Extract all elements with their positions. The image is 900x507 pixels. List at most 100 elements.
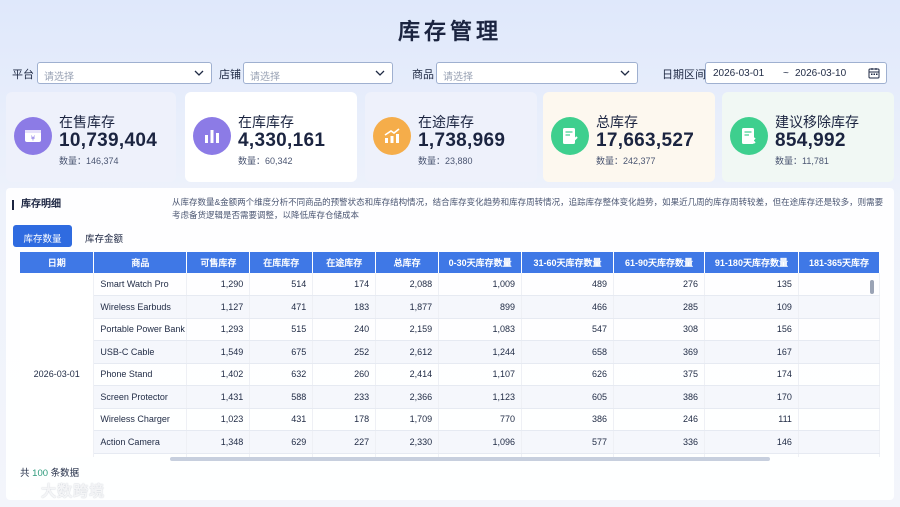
value-cell: 2,612 bbox=[375, 340, 440, 364]
column-header[interactable]: 可售库存 bbox=[186, 252, 251, 273]
empty-cell bbox=[798, 318, 880, 341]
column-header[interactable]: 91-180天库存数量 bbox=[704, 252, 799, 273]
tab-amount[interactable]: 库存金额 bbox=[75, 225, 133, 247]
product-cell: Action Camera bbox=[93, 430, 188, 454]
watermark: 大数跨境 bbox=[10, 480, 105, 501]
product-cell: Portable Power Bank bbox=[93, 318, 188, 341]
value-cell: 1,431 bbox=[186, 385, 251, 409]
column-header[interactable]: 31-60天库存数量 bbox=[521, 252, 615, 273]
store-select[interactable]: 请选择 bbox=[243, 62, 393, 84]
vertical-scrollbar[interactable] bbox=[870, 280, 874, 294]
table-row[interactable]: USB-C Cable 1,549 675 252 2,612 1,244 658 369 16… bbox=[20, 340, 880, 364]
kpi-title: 建议移除库存 bbox=[775, 114, 859, 130]
kpi-value: 4,330,161 bbox=[238, 130, 326, 151]
value-cell: 1,127 bbox=[186, 295, 251, 319]
value-cell: 1,107 bbox=[438, 363, 523, 386]
empty-cell bbox=[798, 385, 880, 409]
table-row[interactable]: Portable Power Bank 1,293 515 240 2,159 1,083… bbox=[20, 318, 880, 341]
table-row[interactable]: Phone Stand 1,402 632 260 2,414 1,107 626 375 17… bbox=[20, 363, 880, 386]
value-cell: 375 bbox=[613, 363, 705, 386]
wallet-icon: ¥ bbox=[14, 117, 52, 155]
chevron-down-icon bbox=[194, 70, 204, 76]
value-cell: 588 bbox=[249, 385, 314, 409]
value-cell: 770 bbox=[438, 408, 523, 431]
document-check-icon bbox=[551, 117, 589, 155]
filter-bar: 平台 请选择 店铺 请选择 商品 请选择 日期区间 2026-03-01 ~ 2… bbox=[12, 62, 890, 84]
value-cell: 227 bbox=[312, 430, 377, 454]
kpi-card-total: 总库存 17,663,527 数量：242,377 bbox=[543, 92, 715, 182]
platform-label: 平台 bbox=[12, 69, 34, 81]
table-row[interactable]: Wireless Charger 1,023 431 178 1,709 770 386 24… bbox=[20, 408, 880, 431]
value-cell: 174 bbox=[704, 363, 799, 386]
value-cell: 111 bbox=[704, 408, 799, 431]
kpi-value: 17,663,527 bbox=[596, 130, 695, 151]
empty-cell bbox=[798, 430, 880, 454]
value-cell: 170 bbox=[704, 385, 799, 409]
horizontal-scrollbar[interactable] bbox=[170, 457, 770, 461]
watermark-text: 大数跨境 bbox=[41, 483, 106, 500]
value-cell: 183 bbox=[312, 295, 377, 319]
value-cell: 1,009 bbox=[438, 273, 523, 296]
platform-placeholder: 请选择 bbox=[44, 72, 74, 83]
product-select[interactable]: 请选择 bbox=[436, 62, 638, 84]
table-row[interactable]: 2026-03-01 Smart Watch Pro 1,290 514 174 2,08… bbox=[20, 273, 880, 457]
inventory-table: 日期 商品 可售库存 在库库存 在途库存 总库存 0-30天库存数量 31-60天库存数量 61… bbox=[20, 252, 880, 457]
value-cell: 629 bbox=[249, 430, 314, 454]
tab-quantity[interactable]: 库存数量 bbox=[13, 225, 72, 247]
kpi-title: 总库存 bbox=[596, 114, 638, 130]
value-cell: 658 bbox=[521, 340, 615, 364]
value-cell: 471 bbox=[249, 295, 314, 319]
value-cell: 514 bbox=[249, 273, 314, 296]
kpi-subvalue: 数量：11,781 bbox=[775, 156, 829, 166]
store-placeholder: 请选择 bbox=[250, 72, 280, 83]
product-label: 商品 bbox=[412, 69, 434, 81]
kpi-subvalue: 数量：60,342 bbox=[238, 156, 293, 166]
value-cell: 167 bbox=[704, 340, 799, 364]
value-cell: 2,159 bbox=[375, 318, 440, 341]
column-header[interactable]: 61-90天库存数量 bbox=[613, 252, 705, 273]
table-header-row: 日期 商品 可售库存 在库库存 在途库存 总库存 0-30天库存数量 31-60天库存数量 61… bbox=[20, 252, 880, 273]
platform-select[interactable]: 请选择 bbox=[37, 62, 212, 84]
value-cell: 174 bbox=[312, 273, 377, 296]
product-cell: Wireless Earbuds bbox=[93, 295, 188, 319]
empty-cell bbox=[798, 340, 880, 364]
column-header[interactable]: 在途库存 bbox=[312, 252, 377, 273]
value-cell: 156 bbox=[704, 318, 799, 341]
value-cell: 233 bbox=[312, 385, 377, 409]
value-cell: 2,414 bbox=[375, 363, 440, 386]
table-row[interactable]: Wireless Earbuds 1,127 471 183 1,877 899 466 28… bbox=[20, 295, 880, 319]
date-range-label: 日期区间 bbox=[662, 69, 706, 81]
column-header[interactable]: 日期 bbox=[20, 252, 95, 273]
chevron-down-icon bbox=[620, 70, 630, 76]
column-header[interactable]: 0-30天库存数量 bbox=[438, 252, 523, 273]
value-cell: 178 bbox=[312, 408, 377, 431]
value-cell: 336 bbox=[613, 430, 705, 454]
kpi-card-in-transit: 在途库存 1,738,969 数量：23,880 bbox=[365, 92, 537, 182]
panel-title: 库存明细 bbox=[12, 200, 61, 210]
column-header[interactable]: 181-365天库存 bbox=[798, 252, 880, 273]
calendar-icon bbox=[868, 68, 880, 79]
table-row[interactable]: Screen Protector 1,431 588 233 2,366 1,123 605… bbox=[20, 385, 880, 409]
value-cell: 386 bbox=[521, 408, 615, 431]
date-cell: 2026-03-01 bbox=[20, 273, 95, 457]
bar-chart-icon bbox=[193, 117, 231, 155]
product-cell: Screen Protector bbox=[93, 385, 188, 409]
value-cell: 260 bbox=[312, 363, 377, 386]
value-cell: 626 bbox=[521, 363, 615, 386]
value-cell: 632 bbox=[249, 363, 314, 386]
chevron-down-icon bbox=[375, 70, 385, 76]
inventory-detail-panel: 库存明细 从库存数量&金额两个维度分析不同商品的预警状态和库存结构情况，结合库存… bbox=[6, 188, 894, 500]
value-cell: 252 bbox=[312, 340, 377, 364]
column-header[interactable]: 商品 bbox=[93, 252, 188, 273]
value-cell: 109 bbox=[704, 295, 799, 319]
empty-cell bbox=[798, 408, 880, 431]
table-row[interactable]: Action Camera 1,348 629 227 2,330 1,096 577 336… bbox=[20, 430, 880, 454]
value-cell: 1,290 bbox=[186, 273, 251, 296]
column-header[interactable]: 总库存 bbox=[375, 252, 440, 273]
column-header[interactable]: 在库库存 bbox=[249, 252, 314, 273]
value-cell: 246 bbox=[613, 408, 705, 431]
date-range-picker[interactable]: 2026-03-01 ~ 2026-03-10 bbox=[705, 62, 887, 84]
empty-cell bbox=[798, 363, 880, 386]
value-cell: 135 bbox=[704, 273, 799, 296]
kpi-title: 在库库存 bbox=[238, 114, 294, 130]
